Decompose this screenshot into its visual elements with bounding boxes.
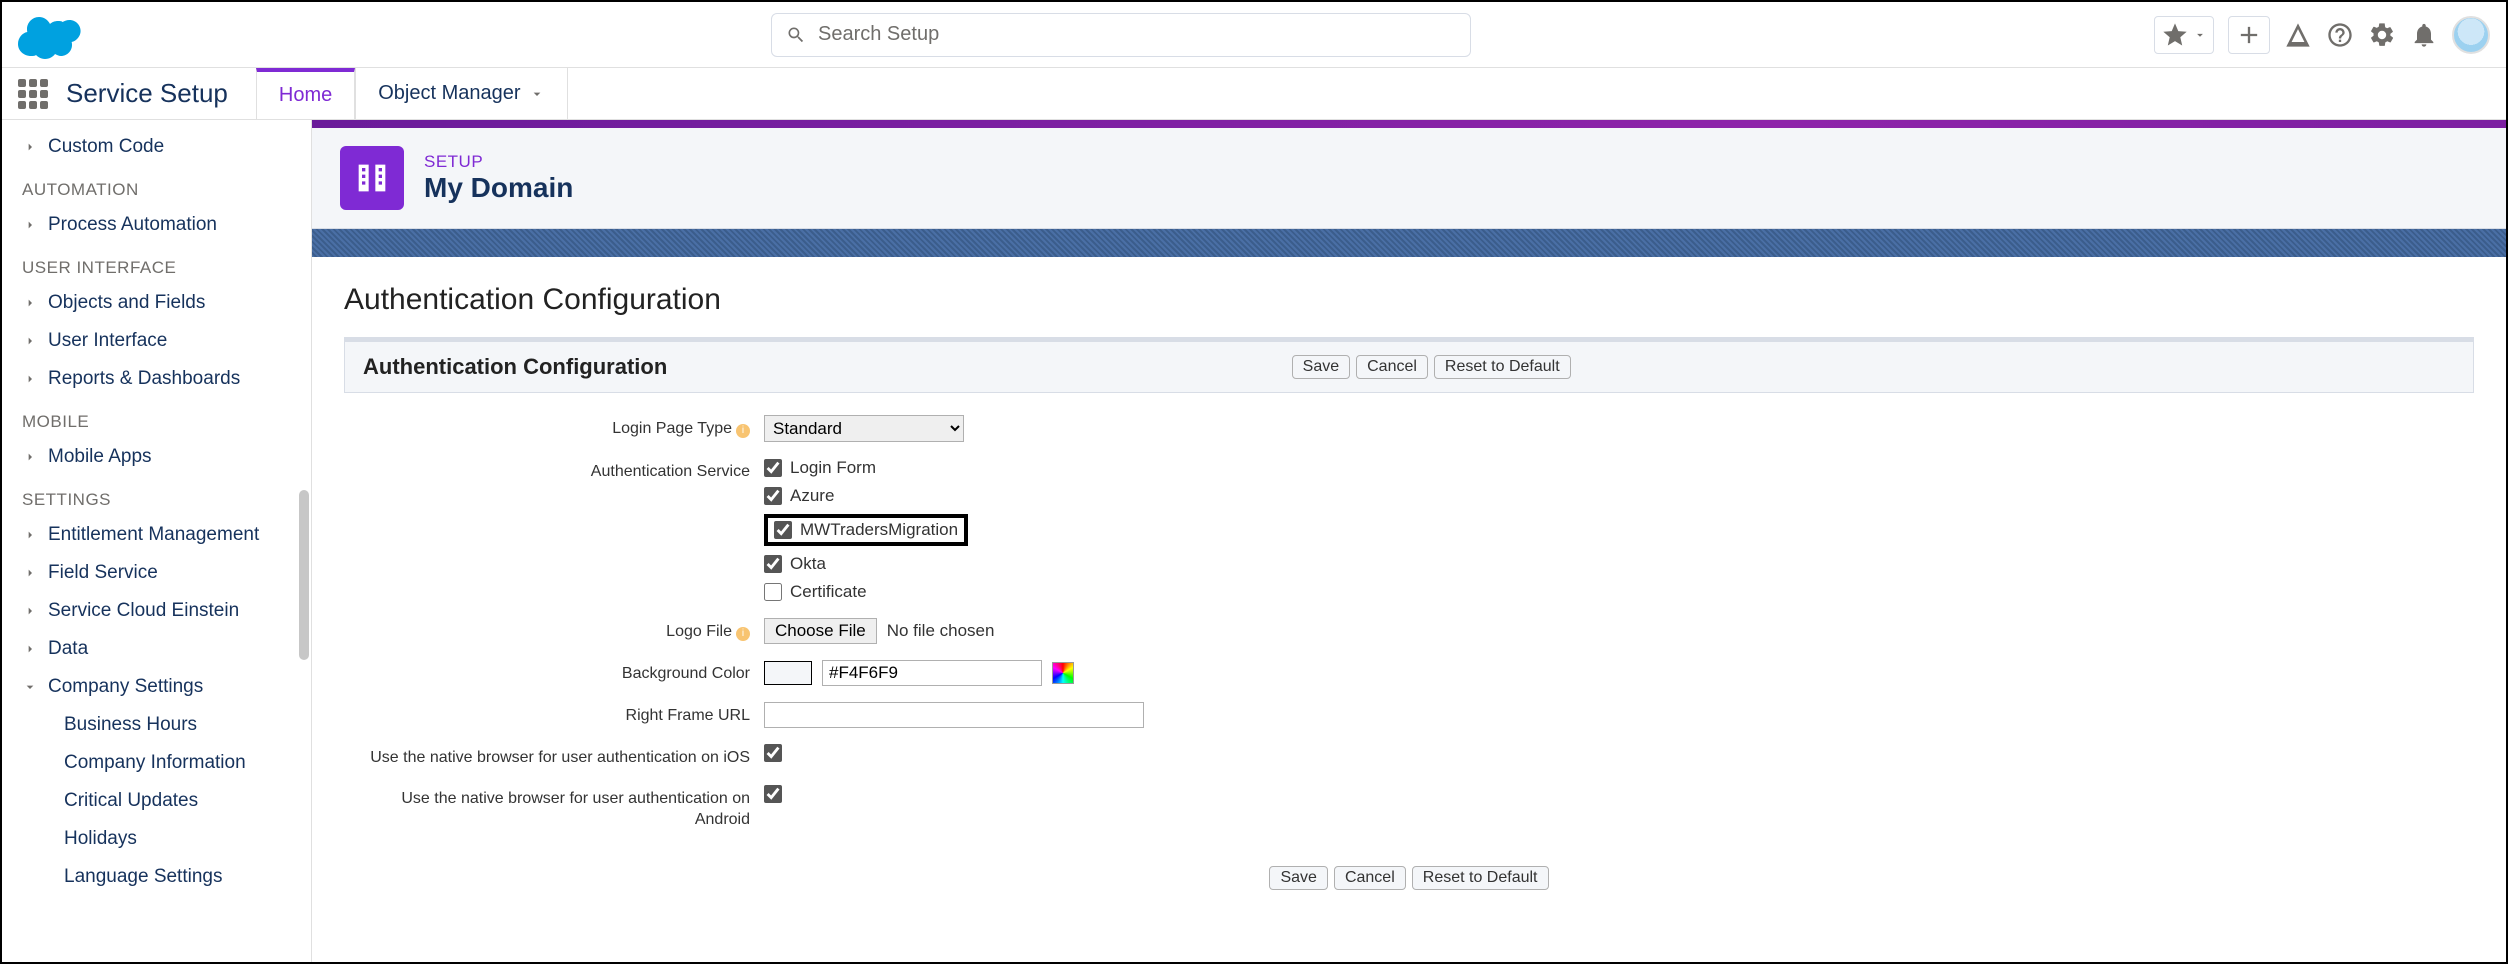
gear-icon[interactable]	[2368, 21, 2396, 49]
section-title: Authentication Configuration	[344, 283, 2474, 317]
auth-service-login-form[interactable]: Login Form	[764, 458, 968, 478]
native-ios-label: Use the native browser for user authenti…	[344, 744, 764, 769]
sidebar-item-company-information[interactable]: Company Information	[10, 744, 311, 782]
bell-icon[interactable]	[2410, 21, 2438, 49]
sidebar-head-automation: AUTOMATION	[10, 166, 311, 206]
color-picker-icon[interactable]	[1052, 662, 1074, 684]
auth-service-checkboxes: Login Form Azure MWTradersMigration Okta…	[764, 458, 968, 602]
global-header: Search Setup	[2, 2, 2506, 68]
sidebar-item-mobile-apps[interactable]: Mobile Apps	[10, 438, 311, 476]
user-avatar[interactable]	[2452, 16, 2490, 54]
auth-service-azure[interactable]: Azure	[764, 486, 968, 506]
cancel-button[interactable]: Cancel	[1356, 355, 1428, 379]
global-search[interactable]: Search Setup	[771, 13, 1471, 57]
setup-tree: Custom Code AUTOMATION Process Automatio…	[2, 120, 312, 962]
context-nav: Service Setup Home Object Manager	[2, 68, 2506, 120]
login-page-type-select[interactable]: Standard	[764, 415, 964, 442]
right-frame-url-input[interactable]	[764, 702, 1144, 728]
sidebar-item-objects-fields[interactable]: Objects and Fields	[10, 284, 311, 322]
sidebar-item-service-cloud-einstein[interactable]: Service Cloud Einstein	[10, 592, 311, 630]
help-icon[interactable]: i	[736, 424, 750, 438]
trailhead-icon[interactable]	[2284, 21, 2312, 49]
sidebar-head-mobile: MOBILE	[10, 398, 311, 438]
chevron-right-icon	[22, 217, 38, 233]
sidebar-item-user-interface[interactable]: User Interface	[10, 322, 311, 360]
logo-file-label: Logo Filei	[344, 618, 764, 643]
sidebar-item-holidays[interactable]: Holidays	[10, 820, 311, 858]
chevron-right-icon	[22, 603, 38, 619]
tab-object-manager[interactable]: Object Manager	[355, 68, 567, 119]
auth-service-okta[interactable]: Okta	[764, 554, 968, 574]
save-button[interactable]: Save	[1292, 355, 1350, 379]
auth-service-label: Authentication Service	[344, 458, 764, 483]
right-frame-url-label: Right Frame URL	[344, 702, 764, 727]
sidebar-item-data[interactable]: Data	[10, 630, 311, 668]
star-icon	[2161, 21, 2189, 49]
chevron-down-icon	[22, 679, 38, 695]
sidebar-item-process-automation[interactable]: Process Automation	[10, 206, 311, 244]
search-placeholder: Search Setup	[818, 23, 939, 46]
chevron-down-icon	[529, 86, 545, 102]
no-file-text: No file chosen	[887, 621, 995, 641]
chevron-right-icon	[22, 641, 38, 657]
chevron-right-icon	[22, 295, 38, 311]
save-button-bottom[interactable]: Save	[1269, 866, 1327, 890]
tab-home[interactable]: Home	[256, 68, 355, 119]
help-icon[interactable]	[2326, 21, 2354, 49]
native-android-checkbox[interactable]	[764, 785, 782, 803]
native-ios-checkbox[interactable]	[764, 744, 782, 762]
sub-header-bar: Authentication Configuration Save Cancel…	[344, 341, 2474, 393]
chevron-down-icon	[2193, 28, 2207, 42]
sidebar-item-language-settings[interactable]: Language Settings	[10, 858, 311, 896]
reset-button-bottom[interactable]: Reset to Default	[1412, 866, 1549, 890]
sidebar-item-field-service[interactable]: Field Service	[10, 554, 311, 592]
sidebar-item-critical-updates[interactable]: Critical Updates	[10, 782, 311, 820]
login-page-type-label: Login Page Typei	[344, 415, 764, 440]
bg-color-label: Background Color	[344, 660, 764, 685]
app-launcher-icon[interactable]	[18, 79, 48, 109]
chevron-right-icon	[22, 333, 38, 349]
add-button[interactable]	[2228, 16, 2270, 54]
my-domain-icon	[340, 146, 404, 210]
sidebar-head-user-interface: USER INTERFACE	[10, 244, 311, 284]
search-icon	[786, 25, 806, 45]
auth-service-certificate[interactable]: Certificate	[764, 582, 968, 602]
color-swatch	[764, 661, 812, 685]
page-eyebrow: SETUP	[424, 152, 573, 172]
decorative-strip	[312, 229, 2506, 257]
page-header: SETUP My Domain	[312, 128, 2506, 229]
salesforce-logo	[18, 11, 88, 59]
choose-file-button[interactable]: Choose File	[764, 618, 877, 644]
chevron-right-icon	[22, 139, 38, 155]
sidebar-head-settings: SETTINGS	[10, 476, 311, 516]
chevron-right-icon	[22, 565, 38, 581]
sidebar-item-custom-code[interactable]: Custom Code	[10, 128, 311, 166]
reset-button[interactable]: Reset to Default	[1434, 355, 1571, 379]
decorative-strip	[312, 120, 2506, 128]
bg-color-input[interactable]	[822, 660, 1042, 686]
chevron-right-icon	[22, 449, 38, 465]
chevron-right-icon	[22, 371, 38, 387]
header-actions	[2154, 16, 2490, 54]
sidebar-scrollbar[interactable]	[299, 490, 309, 660]
sub-bar-title: Authentication Configuration	[363, 354, 667, 380]
cancel-button-bottom[interactable]: Cancel	[1334, 866, 1406, 890]
help-icon[interactable]: i	[736, 627, 750, 641]
sidebar-item-company-settings[interactable]: Company Settings	[10, 668, 311, 706]
sidebar-item-business-hours[interactable]: Business Hours	[10, 706, 311, 744]
chevron-right-icon	[22, 527, 38, 543]
sidebar-item-reports-dashboards[interactable]: Reports & Dashboards	[10, 360, 311, 398]
auth-service-mwtradersmigration[interactable]: MWTradersMigration	[764, 514, 968, 546]
favorites-button[interactable]	[2154, 16, 2214, 54]
page-title: My Domain	[424, 172, 573, 204]
plus-icon	[2235, 21, 2263, 49]
main-content: SETUP My Domain Authentication Configura…	[312, 120, 2506, 962]
sidebar-item-entitlement-management[interactable]: Entitlement Management	[10, 516, 311, 554]
native-android-label: Use the native browser for user authenti…	[344, 785, 764, 831]
app-name: Service Setup	[66, 78, 228, 109]
